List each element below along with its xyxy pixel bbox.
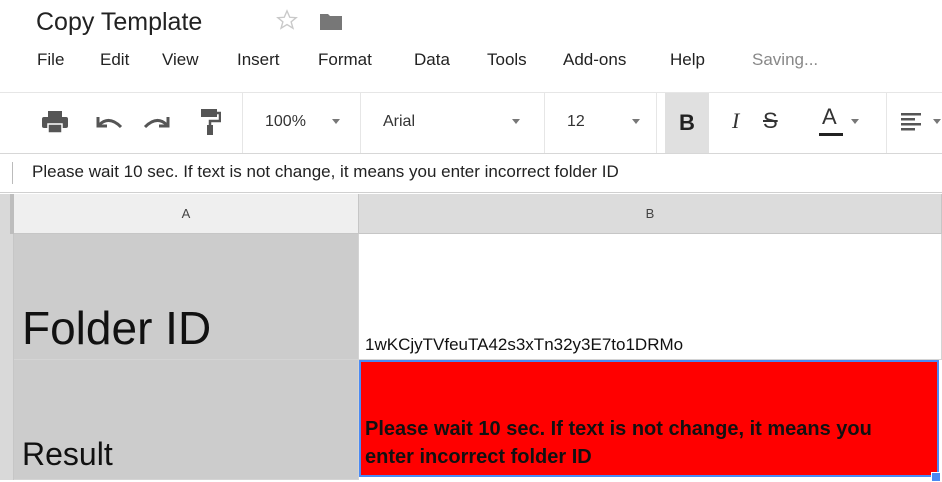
cell-a1-text: Folder ID xyxy=(22,302,212,354)
fill-handle[interactable] xyxy=(931,472,941,482)
row-header-2[interactable] xyxy=(0,360,14,480)
cell-b2-selected[interactable]: Please wait 10 sec. If text is not chang… xyxy=(359,360,939,477)
font-size-caret-icon[interactable] xyxy=(632,119,640,124)
column-header-a[interactable]: A xyxy=(14,194,359,234)
menu-bar: File Edit View Insert Format Data Tools … xyxy=(0,50,942,78)
undo-icon[interactable] xyxy=(94,113,124,131)
cell-b2-text: Please wait 10 sec. If text is not chang… xyxy=(365,418,872,468)
toolbar-separator xyxy=(544,93,545,153)
toolbar-separator xyxy=(656,93,657,153)
select-all-corner[interactable] xyxy=(0,194,14,234)
spreadsheet-grid: A B Folder ID 1wKCjyTVfeuTA42s3xTn32y3E7… xyxy=(0,194,942,480)
formula-input[interactable]: Please wait 10 sec. If text is not chang… xyxy=(32,162,619,182)
print-icon[interactable] xyxy=(42,111,68,133)
cell-a1[interactable]: Folder ID xyxy=(14,234,359,360)
row-header-1[interactable] xyxy=(0,234,14,360)
text-color-swatch xyxy=(819,133,843,136)
font-caret-icon[interactable] xyxy=(512,119,520,124)
menu-tools[interactable]: Tools xyxy=(487,50,527,70)
column-header-b[interactable]: B xyxy=(359,194,942,234)
text-color-button[interactable]: A xyxy=(822,104,837,130)
menu-edit[interactable]: Edit xyxy=(100,50,129,70)
toolbar-separator xyxy=(360,93,361,153)
menu-format[interactable]: Format xyxy=(318,50,372,70)
zoom-caret-icon[interactable] xyxy=(332,119,340,124)
italic-button[interactable]: I xyxy=(732,108,739,134)
menu-data[interactable]: Data xyxy=(414,50,450,70)
font-size-select[interactable]: 12 xyxy=(567,113,585,131)
font-select[interactable]: Arial xyxy=(383,113,415,131)
toolbar: 100% Arial 12 B I S A xyxy=(0,92,942,154)
cell-a2-text: Result xyxy=(22,436,113,472)
bold-button[interactable]: B xyxy=(665,93,709,153)
text-color-caret-icon[interactable] xyxy=(851,119,859,124)
cell-b1[interactable]: 1wKCjyTVfeuTA42s3xTn32y3E7to1DRMo xyxy=(359,234,942,360)
strikethrough-button[interactable]: S xyxy=(763,108,778,134)
menu-file[interactable]: File xyxy=(37,50,64,70)
zoom-select[interactable]: 100% xyxy=(265,113,306,131)
align-icon[interactable] xyxy=(901,113,923,131)
title-bar: Copy Template xyxy=(0,0,942,40)
menu-insert[interactable]: Insert xyxy=(237,50,280,70)
redo-icon[interactable] xyxy=(142,113,172,131)
menu-help[interactable]: Help xyxy=(670,50,705,70)
cell-b1-text: 1wKCjyTVfeuTA42s3xTn32y3E7to1DRMo xyxy=(365,335,684,354)
paint-format-icon[interactable] xyxy=(199,109,221,135)
toolbar-separator xyxy=(886,93,887,153)
folder-icon[interactable] xyxy=(320,12,342,30)
document-title[interactable]: Copy Template xyxy=(36,8,202,37)
saving-status: Saving... xyxy=(752,50,819,69)
cell-a2[interactable]: Result xyxy=(14,360,359,480)
toolbar-separator xyxy=(242,93,243,153)
formula-bar: Please wait 10 sec. If text is not chang… xyxy=(0,152,942,193)
star-icon[interactable] xyxy=(276,9,298,31)
formula-bar-divider xyxy=(12,162,13,184)
align-caret-icon[interactable] xyxy=(933,119,941,124)
menu-view[interactable]: View xyxy=(162,50,199,70)
menu-addons[interactable]: Add-ons xyxy=(563,50,626,70)
